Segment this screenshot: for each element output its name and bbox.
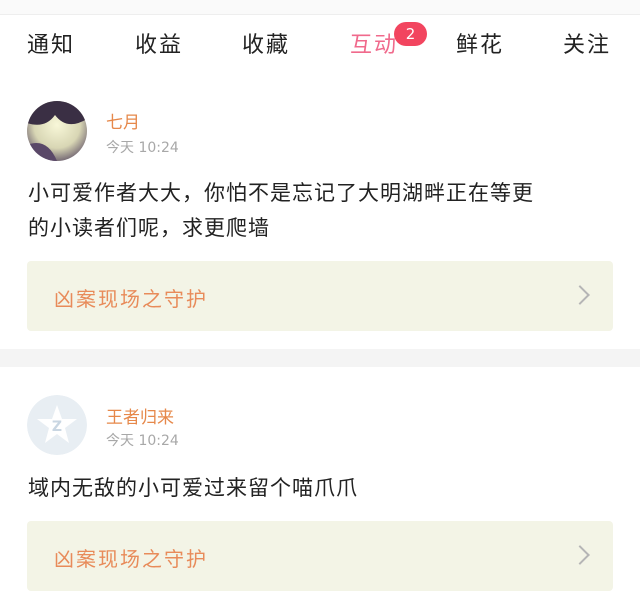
tab-interactions[interactable]: 互动: [350, 27, 398, 59]
referenced-book-title: 凶案现场之守护: [54, 547, 208, 571]
tab-earnings[interactable]: 收益: [135, 27, 183, 59]
timestamp: 今天 10:24: [106, 140, 179, 156]
username[interactable]: 七月: [106, 108, 140, 133]
referenced-book-card[interactable]: 凶案现场之守护: [27, 261, 613, 331]
comment-text: 域内无敌的小可爱过来留个喵爪爪: [28, 471, 618, 506]
comment-line: 的小读者们呢，求更爬墙: [28, 216, 270, 240]
tab-flowers[interactable]: 鲜花: [456, 27, 504, 59]
section-divider: [0, 349, 640, 367]
interaction-item: Z 王者归来 今天 10:24 域内无敌的小可爱过来留个喵爪爪 凶案现场之守护: [0, 367, 640, 599]
status-bar-strip: [0, 0, 640, 15]
referenced-book-card[interactable]: 凶案现场之守护: [27, 521, 613, 591]
tab-notifications[interactable]: 通知: [27, 27, 75, 59]
timestamp: 今天 10:24: [106, 433, 179, 449]
chevron-right-icon: [570, 545, 590, 565]
tab-bar: 通知 收益 收藏 互动 2 鲜花 关注: [0, 15, 640, 80]
username[interactable]: 王者归来: [106, 403, 174, 428]
chevron-right-icon: [570, 285, 590, 305]
comment-line: 域内无敌的小可爱过来留个喵爪爪: [28, 476, 358, 500]
interaction-item: 七月 今天 10:24 小可爱作者大大，你怕不是忘记了大明湖畔正在等更 的小读者…: [0, 75, 640, 349]
svg-text:Z: Z: [52, 419, 62, 435]
comment-text: 小可爱作者大大，你怕不是忘记了大明湖畔正在等更 的小读者们呢，求更爬墙: [28, 176, 618, 246]
avatar[interactable]: [27, 101, 87, 161]
tab-following[interactable]: 关注: [563, 27, 611, 59]
referenced-book-title: 凶案现场之守护: [54, 287, 208, 311]
avatar[interactable]: Z: [27, 395, 87, 455]
interactions-count-badge: 2: [394, 22, 427, 46]
tab-favorites[interactable]: 收藏: [242, 27, 290, 59]
comment-line: 小可爱作者大大，你怕不是忘记了大明湖畔正在等更: [28, 181, 534, 205]
